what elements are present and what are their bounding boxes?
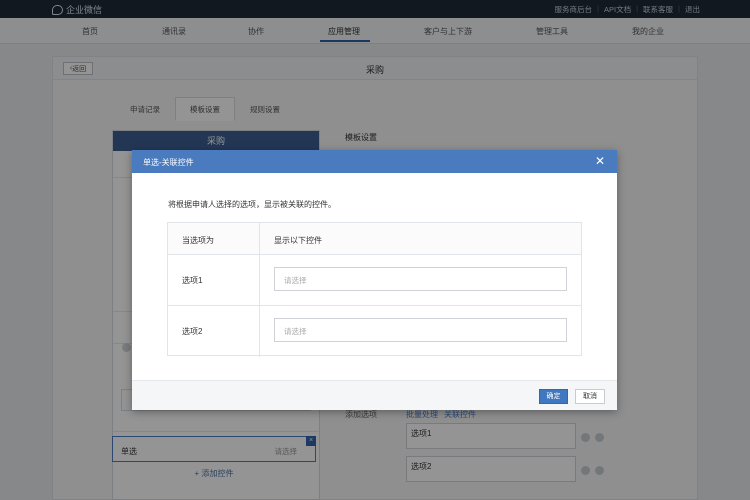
dialog-footer: 确定 取消: [132, 380, 617, 410]
table-header: 当选项为 显示以下控件: [168, 223, 581, 255]
column-header-option: 当选项为: [182, 236, 214, 245]
dialog-title: 单选-关联控件: [143, 158, 194, 167]
control-select[interactable]: 请选择: [274, 267, 567, 291]
dialog-header: 单选-关联控件 ✕: [132, 150, 617, 173]
option-label: 选项1: [182, 276, 203, 285]
cancel-button[interactable]: 取消: [575, 389, 605, 404]
column-divider: [259, 223, 260, 254]
dialog-description: 将根据申请人选择的选项，显示被关联的控件。: [168, 200, 336, 209]
link-control-dialog: 单选-关联控件 ✕ 将根据申请人选择的选项，显示被关联的控件。 当选项为 显示以…: [132, 150, 617, 410]
close-icon[interactable]: ✕: [593, 154, 607, 168]
table-row: 选项1 请选择: [168, 255, 581, 306]
option-link-table: 当选项为 显示以下控件 选项1 请选择 选项2 请选择: [167, 222, 582, 357]
table-row: 选项2 请选择: [168, 306, 581, 357]
confirm-button[interactable]: 确定: [539, 389, 568, 404]
option-label: 选项2: [182, 327, 203, 336]
column-divider: [259, 255, 260, 305]
column-divider: [259, 306, 260, 357]
column-header-controls: 显示以下控件: [274, 236, 322, 245]
control-select[interactable]: 请选择: [274, 318, 567, 342]
